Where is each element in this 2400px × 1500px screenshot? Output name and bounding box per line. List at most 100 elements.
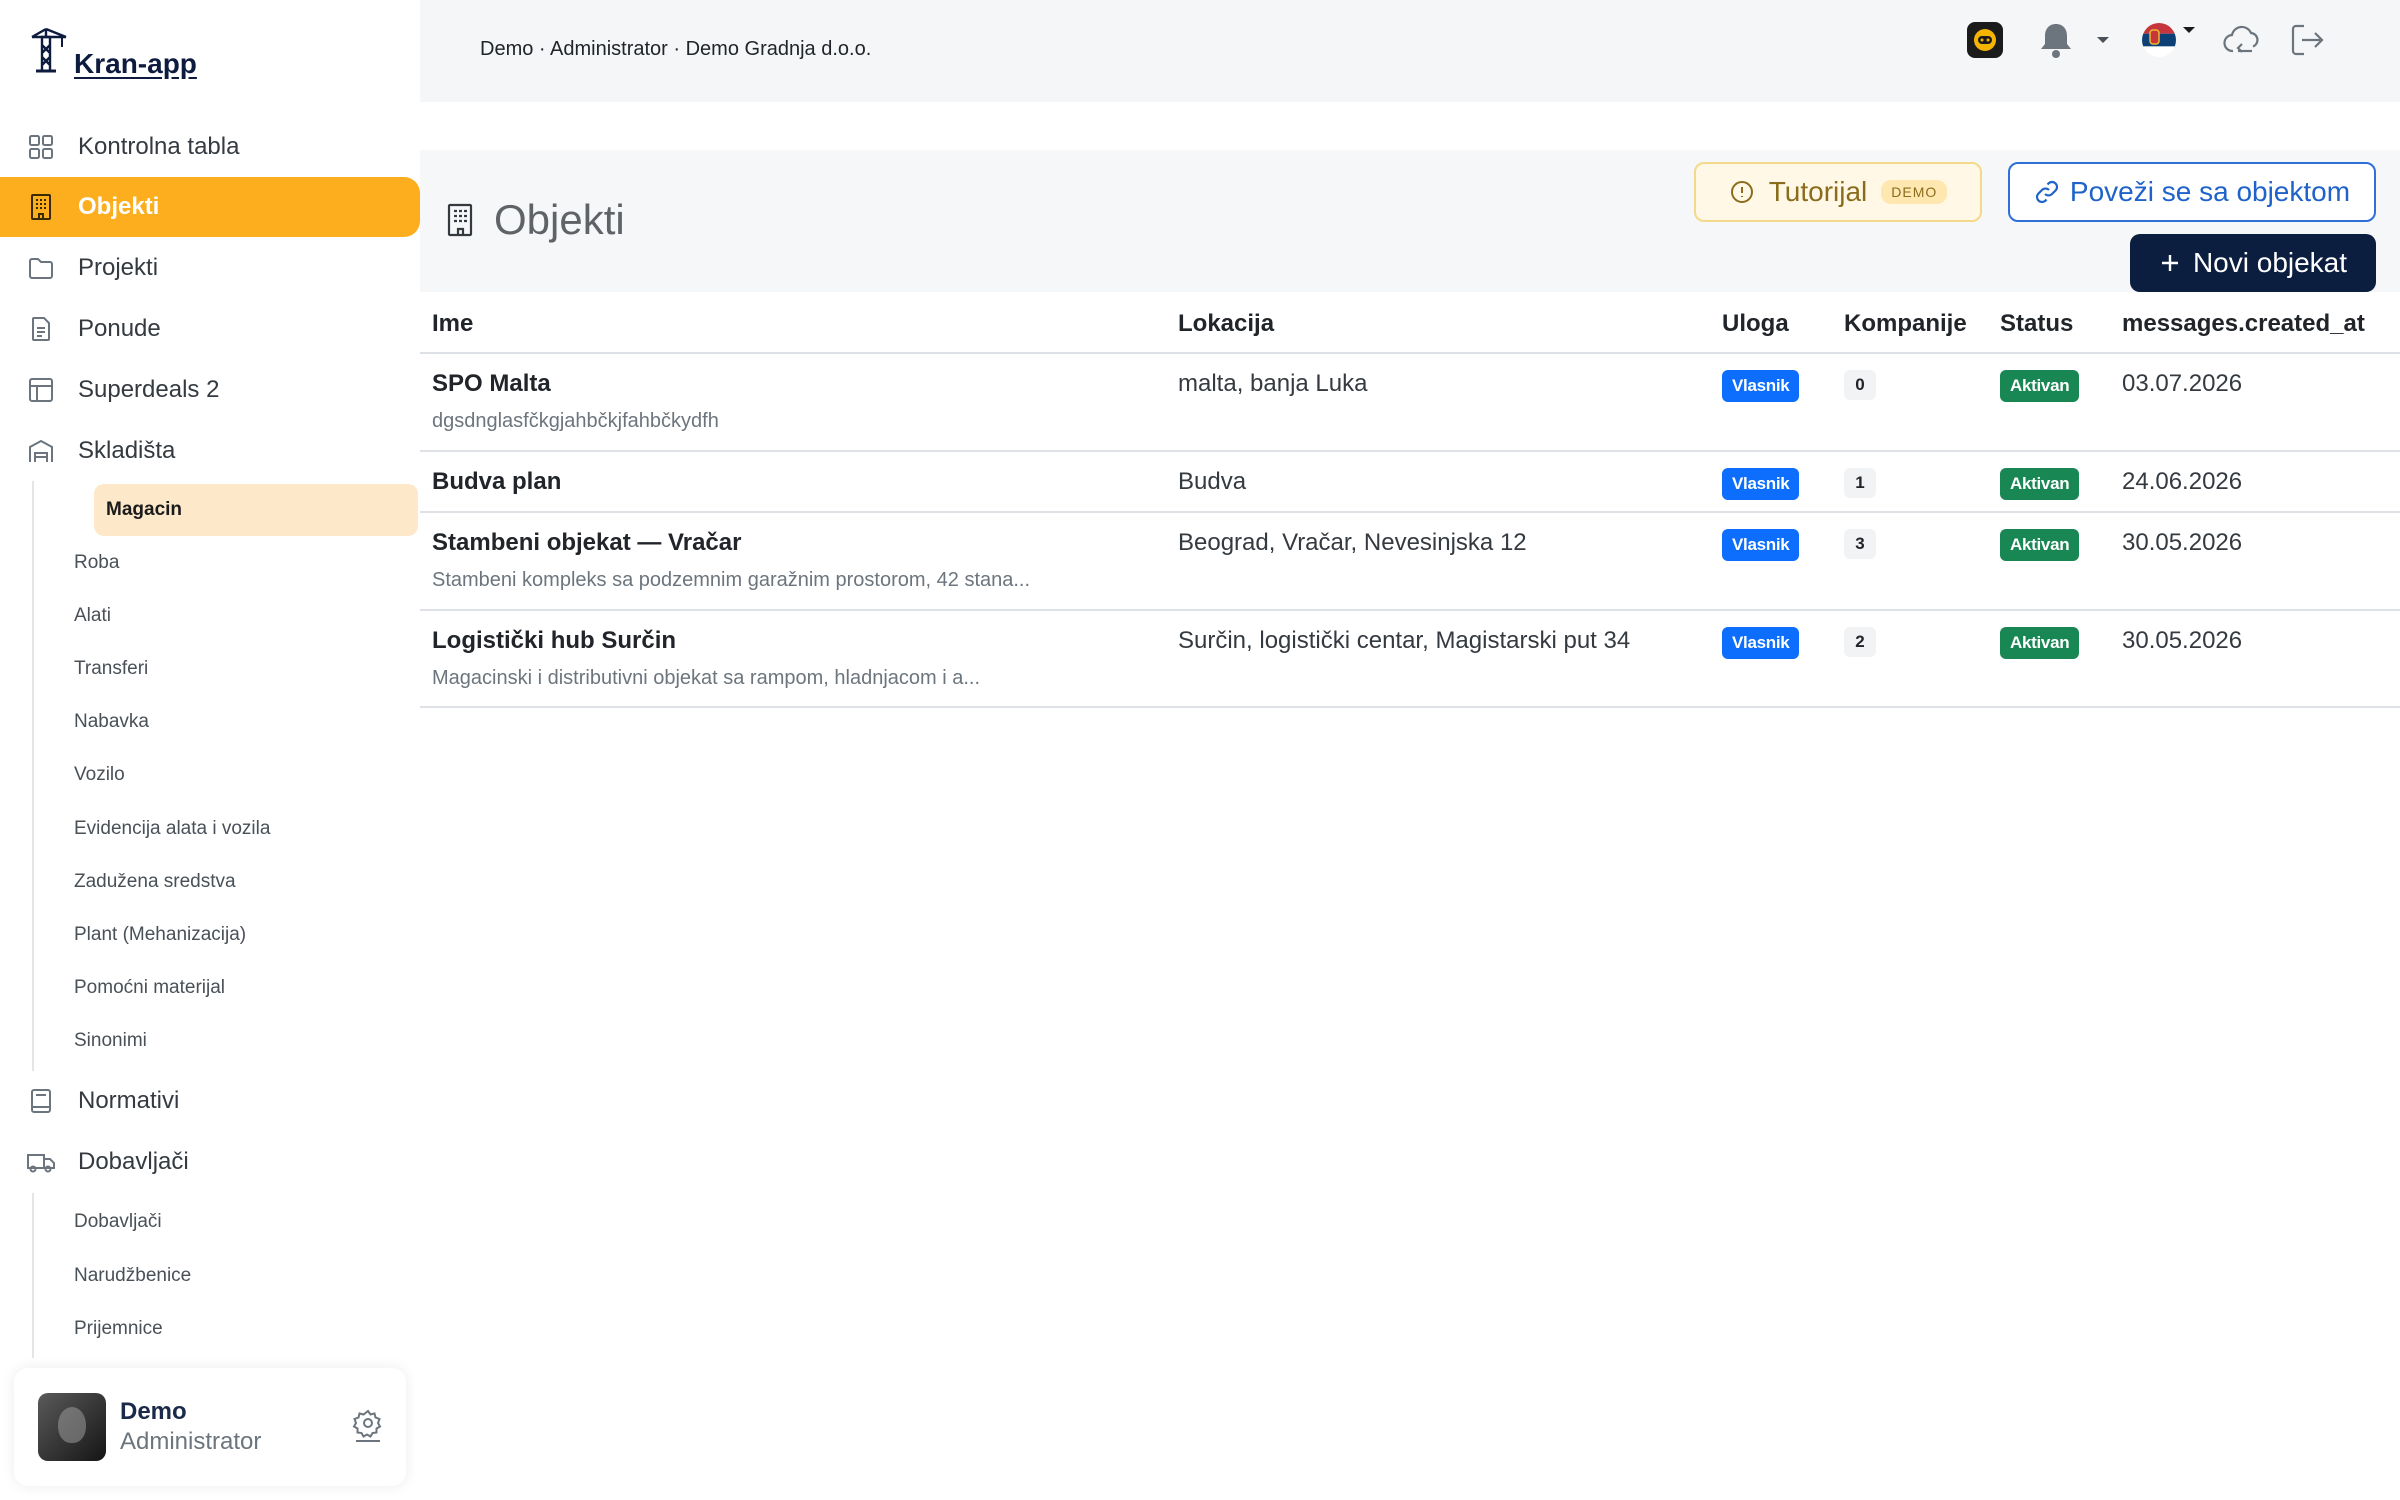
table-header: Ime Lokacija Uloga Kompanije Status mess… (420, 292, 2400, 354)
user-profile-card: Demo Administrator (14, 1368, 406, 1486)
sidebar-item-objekti[interactable]: Objekti (0, 177, 420, 237)
object-location: malta, banja Luka (1178, 370, 1368, 397)
avatar[interactable] (38, 1393, 106, 1461)
column-header-kompanije[interactable]: Kompanije (1844, 310, 1967, 338)
object-name[interactable]: Logistički hub Surčin (432, 627, 980, 655)
status-cell: Aktivan (2000, 529, 2080, 561)
sidebar-item-ponude[interactable]: Ponude (0, 298, 420, 359)
status-cell: Aktivan (2000, 468, 2080, 500)
submenu-item-magacin[interactable]: Magacin (94, 484, 418, 536)
sidebar-item-dobavljaci[interactable]: Dobavljači (0, 1132, 420, 1193)
page-title-text: Objekti (494, 196, 625, 243)
status-cell: Aktivan (2000, 627, 2080, 659)
cloud-icon[interactable] (2222, 20, 2262, 60)
truck-icon (26, 1147, 56, 1177)
companies-cell: 3 (1844, 529, 1876, 559)
column-header-status[interactable]: Status (2000, 310, 2073, 338)
serbia-flag-icon[interactable] (2140, 20, 2178, 60)
sidebar-item-label: Superdeals 2 (78, 375, 220, 403)
object-name[interactable]: Stambeni objekat — Vračar (432, 529, 1030, 557)
submenu-item-pomocni-materijal[interactable]: Pomoćni materijal (2, 962, 420, 1015)
sidebar-item-label: Dobavljači (78, 1148, 189, 1176)
submenu-item-alati[interactable]: Alati (2, 589, 420, 642)
bell-icon[interactable] (2038, 20, 2074, 60)
status-cell: Aktivan (2000, 370, 2080, 402)
profile-role: Administrator (120, 1428, 262, 1455)
submenu-item-prijemnice[interactable]: Prijemnice (2, 1302, 420, 1355)
submenu-item-dobavljaci[interactable]: Dobavljači (2, 1196, 420, 1249)
role-badge: Vlasnik (1722, 370, 1800, 402)
companies-count: 1 (1844, 468, 1876, 498)
object-description: Stambeni kompleks sa podzemnim garažnim … (432, 569, 1031, 591)
companies-cell: 0 (1844, 370, 1876, 400)
submenu-item-sinonimi[interactable]: Sinonimi (2, 1015, 420, 1068)
column-header-ime[interactable]: Ime (432, 310, 473, 338)
connect-object-button[interactable]: Poveži se sa objektom (2008, 162, 2376, 222)
status-badge: Aktivan (2000, 529, 2080, 561)
role-badge: Vlasnik (1722, 627, 1800, 659)
new-object-button[interactable]: Novi objekat (2130, 234, 2376, 292)
role-badge: Vlasnik (1722, 529, 1800, 561)
connect-object-label: Poveži se sa objektom (2069, 176, 2351, 207)
submenu-item-roba[interactable]: Roba (2, 536, 420, 589)
sidebar-item-label: Projekti (78, 253, 159, 281)
warehouse-icon (26, 436, 56, 466)
logout-icon[interactable] (2288, 20, 2326, 60)
column-header-created-at[interactable]: messages.created_at (2122, 310, 2365, 338)
table-row[interactable]: SPO Malta dgsdnglasfčkgjahbčkjfahbčkydfh… (420, 354, 2400, 452)
object-name-cell: Stambeni objekat — Vračar Stambeni kompl… (432, 529, 1030, 592)
gear-icon[interactable] (352, 1408, 384, 1447)
new-object-label: Novi objekat (2192, 247, 2348, 278)
document-icon (26, 314, 56, 344)
companies-count: 0 (1844, 370, 1876, 400)
crane-icon (28, 27, 68, 78)
submenu-item-vozilo[interactable]: Vozilo (2, 749, 420, 802)
table-row[interactable]: Stambeni objekat — Vračar Stambeni kompl… (420, 513, 2400, 611)
book-icon (26, 1086, 56, 1116)
tutorial-button[interactable]: Tutorijal DEMO (1694, 162, 1982, 222)
role-cell: Vlasnik (1722, 370, 1800, 402)
created-at: 24.06.2026 (2122, 468, 2243, 495)
sidebar-item-projekti[interactable]: Projekti (0, 237, 420, 298)
page-header: Objekti Tutorijal DEMO Poveži se sa obje… (420, 150, 2400, 292)
submenu-item-nabavka[interactable]: Nabavka (2, 696, 420, 749)
object-name[interactable]: SPO Malta (432, 370, 719, 398)
column-header-lokacija[interactable]: Lokacija (1178, 310, 1274, 338)
tutorial-label: Tutorijal (1768, 176, 1868, 207)
role-cell: Vlasnik (1722, 468, 1800, 500)
submenu-item-plant[interactable]: Plant (Mehanizacija) (2, 908, 420, 961)
status-badge: Aktivan (2000, 370, 2080, 402)
role-badge: Vlasnik (1722, 468, 1800, 500)
link-icon (2034, 179, 2060, 205)
table-row[interactable]: Budva plan Budva Vlasnik 1 Aktivan 24.06… (420, 452, 2400, 513)
plus-icon (2159, 252, 2181, 274)
sidebar-item-label: Ponude (78, 314, 161, 342)
sidebar-item-kontrolna-tabla[interactable]: Kontrolna tabla (0, 116, 420, 177)
sidebar-item-label: Objekti (78, 193, 160, 220)
submenu-item-zaduzena-sredstva[interactable]: Zadužena sredstva (2, 855, 420, 908)
app-logo[interactable]: Kran-app (28, 27, 197, 78)
game-controller-icon[interactable] (1966, 20, 2004, 60)
sidebar: Kran-app Kontrolna tabla Objekti Projekt… (0, 0, 420, 1500)
sidebar-item-label: Normativi (78, 1087, 180, 1115)
submenu-item-transferi[interactable]: Transferi (2, 642, 420, 695)
chevron-down-icon[interactable] (2182, 10, 2196, 50)
topbar: Demo · Administrator · Demo Gradnja d.o.… (420, 0, 2400, 102)
column-header-uloga[interactable]: Uloga (1722, 310, 1789, 338)
sidebar-item-superdeals[interactable]: Superdeals 2 (0, 359, 420, 420)
object-name[interactable]: Budva plan (432, 468, 561, 496)
building-icon (444, 203, 476, 237)
sidebar-item-label: Kontrolna tabla (78, 132, 240, 160)
chevron-down-icon[interactable] (2096, 20, 2110, 60)
sidebar-item-skladista[interactable]: Skladišta (0, 420, 420, 481)
object-description: Magacinski i distributivni objekat sa ra… (432, 667, 981, 689)
submenu-item-narudzbenice[interactable]: Narudžbenice (2, 1249, 420, 1302)
companies-count: 2 (1844, 627, 1876, 657)
object-location: Surčin, logistički centar, Magistarski p… (1178, 627, 1631, 654)
submenu-item-evidencija[interactable]: Evidencija alata i vozila (2, 802, 420, 855)
status-badge: Aktivan (2000, 627, 2080, 659)
info-icon (1729, 179, 1755, 205)
table-row[interactable]: Logistički hub Surčin Magacinski i distr… (420, 611, 2400, 708)
sidebar-item-normativi[interactable]: Normativi (0, 1071, 420, 1132)
object-name-cell: Budva plan (432, 468, 561, 496)
